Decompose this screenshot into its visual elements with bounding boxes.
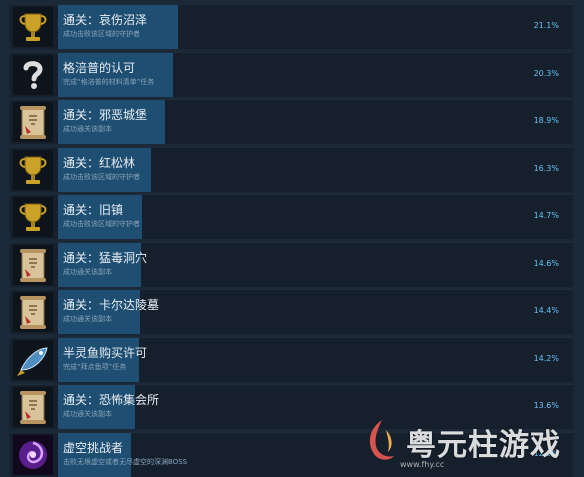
watermark-text: 粤元柱游戏 [406,428,561,463]
achievement-description: 完成“格涪普的材料清单”任务 [63,77,155,86]
achievement-description: 成功击败该区域的守护者 [63,30,140,38]
unlock-percentage: 14.4% [533,306,559,315]
achievement-description: 成功通关该副本 [63,315,112,323]
achievement-title: 通关：卡尔达陵墓 [63,298,160,312]
scroll-icon [13,102,53,142]
achievement-description: 成功通关该副本 [63,410,112,418]
watermark-url: www.fhy.cc [400,460,445,469]
achievement-row[interactable]: 格涪普的认可完成“格涪普的材料清单”任务 20.3% [10,51,573,97]
achievement-title: 通关：哀伤沼泽 [63,13,148,27]
trophy-icon [13,149,53,190]
achievement-description: 击败无垠虚空或者无尽虚空的深渊BOSS [63,457,188,466]
achievement-row[interactable]: 通关：卡尔达陵墓成功通关该副本 14.4% [10,289,573,334]
scroll-icon [13,292,53,332]
achievement-title: 通关：红松林 [63,155,136,170]
achievement-title: 格涪普的认可 [63,60,136,75]
achievement-description: 完成“拜点鱼项”任务 [63,362,127,371]
achievement-title: 半灵鱼购买许可 [63,345,148,360]
achievement-description: 成功通关该副本 [63,267,112,276]
unlock-percentage: 14.7% [533,211,559,220]
achievement-row[interactable]: 半灵鱼购买许可完成“拜点鱼项”任务 14.2% [10,336,573,382]
unlock-percentage: 14.2% [533,353,559,363]
question-mark-icon [13,54,53,95]
watermark-logo-icon [369,420,394,460]
trophy-icon [13,7,53,47]
achievement-description: 成功击败该区域的守护者 [63,172,140,181]
achievement-row[interactable]: 通关：旧镇成功击败该区域的守护者 14.7% [10,194,573,239]
void-swirl-icon [13,434,53,475]
achievement-title: 通关：邪恶城堡 [63,108,148,122]
unlock-percentage: 20.3% [533,68,559,78]
achievement-row[interactable]: 通关：哀伤沼泽成功击败该区域的守护者 21.1% [10,4,573,49]
achievement-title: 虚空挑战者 [63,440,124,455]
unlock-percentage: 13.6% [533,401,559,410]
fish-icon [13,339,53,380]
unlock-percentage: 14.6% [533,258,559,268]
scroll-icon [13,387,53,427]
scroll-icon [13,244,53,285]
unlock-percentage: 21.1% [533,21,559,30]
achievement-row[interactable]: 通关：猛毒洞穴成功通关该副本 14.6% [10,241,573,287]
achievement-description: 成功通关该副本 [63,125,112,133]
trophy-icon [13,197,53,237]
achievement-row[interactable]: 通关：邪恶城堡成功通关该副本 18.9% [10,99,573,144]
achievement-row[interactable]: 通关：红松林成功击败该区域的守护者 16.3% [10,146,573,192]
achievement-title: 通关：恐怖集会所 [63,393,160,407]
unlock-percentage: 16.3% [533,163,559,173]
achievement-description: 成功击败该区域的守护者 [63,220,140,228]
watermark: 粤元柱游戏 www.fhy.cc [360,412,584,475]
unlock-percentage: 18.9% [533,116,559,125]
achievement-title: 通关：旧镇 [63,203,124,217]
achievement-title: 通关：猛毒洞穴 [63,250,148,265]
